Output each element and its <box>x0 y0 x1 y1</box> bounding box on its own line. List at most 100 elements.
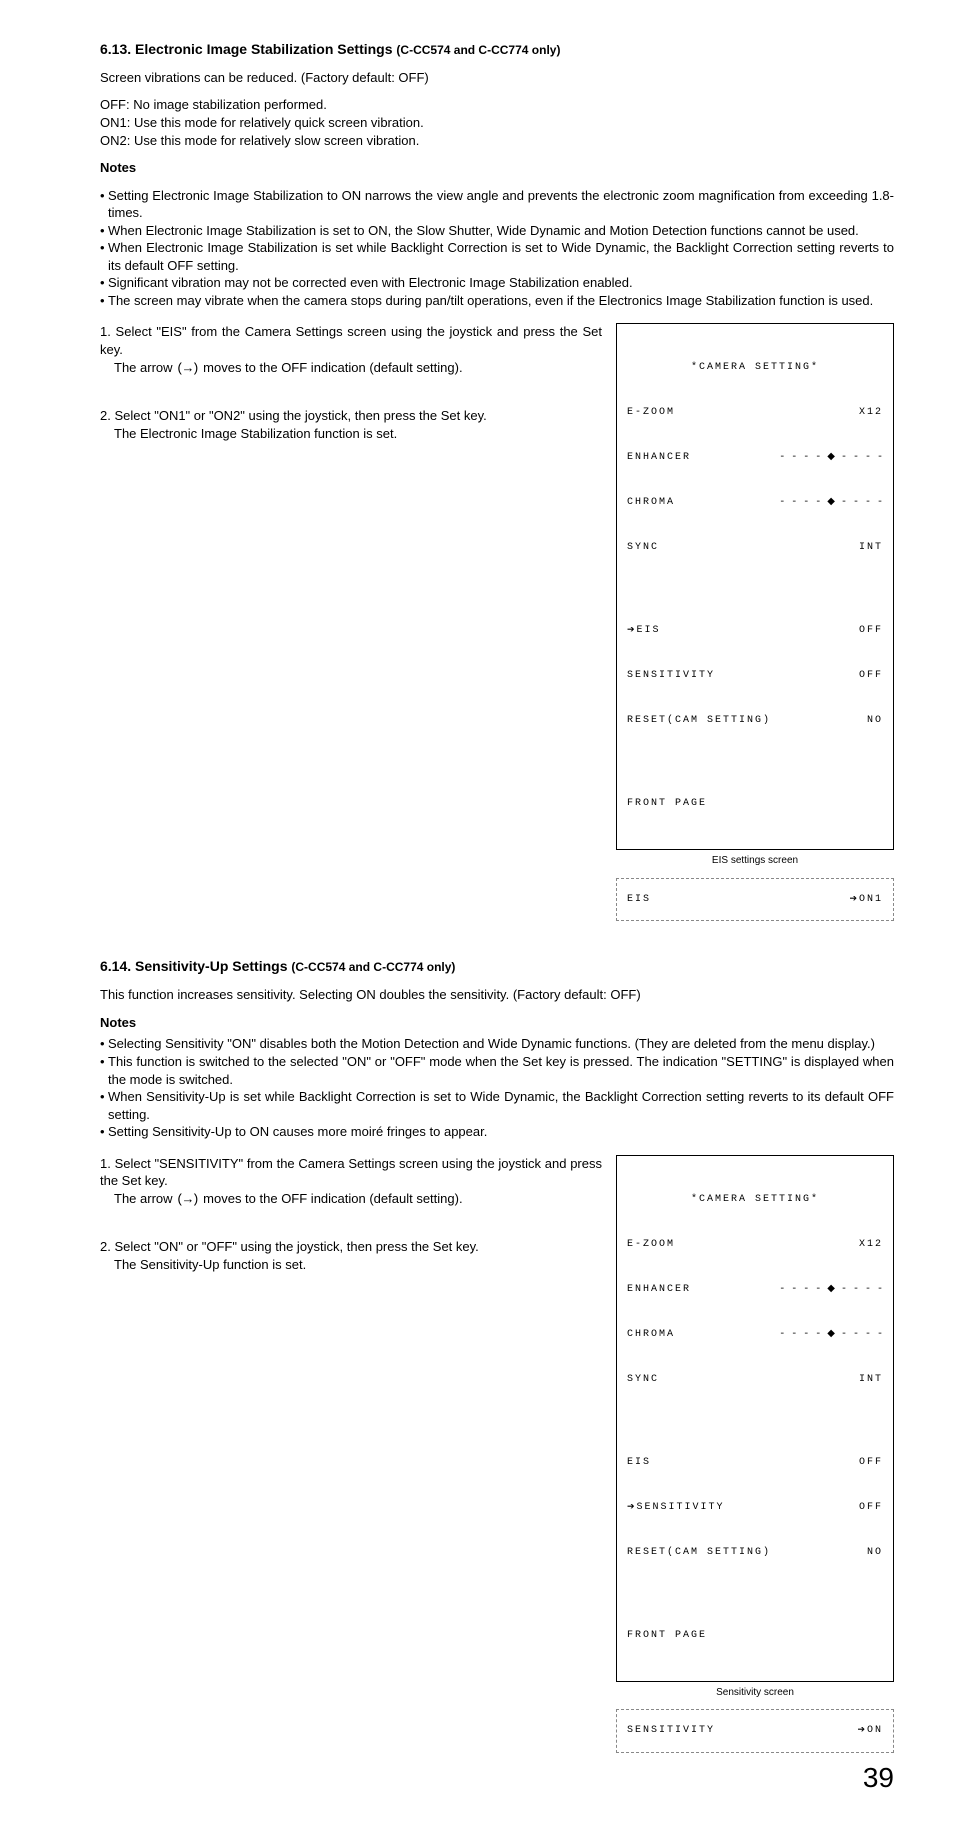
bullet-dot: • <box>100 292 108 310</box>
reset-label: RESET(CAM SETTING) <box>627 713 771 728</box>
note-613-0: Setting Electronic Image Stabilization t… <box>108 187 894 222</box>
sync-label: SYNC <box>627 1372 659 1387</box>
sub-a: The arrow <box>114 360 176 375</box>
page-number: 39 <box>100 1759 894 1797</box>
step-613-2-text: Select "ON1" or "ON2" using the joystick… <box>114 408 486 423</box>
dash-value-614: ON <box>857 1724 883 1738</box>
arrow-icon: (→) <box>176 361 199 376</box>
step-613-1: 1. Select "EIS" from the Camera Settings… <box>100 323 602 358</box>
note-613-1: When Electronic Image Stabilization is s… <box>108 222 894 240</box>
ezoom-value: X12 <box>859 1237 883 1252</box>
arrow-icon: (→) <box>176 1192 199 1207</box>
intro-613: Screen vibrations can be reduced. (Facto… <box>100 69 894 87</box>
screen-title: *CAMERA SETTING* <box>627 1192 883 1207</box>
on1-line: ON1: Use this mode for relatively quick … <box>100 114 894 132</box>
notes-label-613: Notes <box>100 159 894 177</box>
notes-list-614: •Selecting Sensitivity "ON" disables bot… <box>100 1035 894 1140</box>
step-num: 2. <box>100 408 111 423</box>
sub-a: The arrow <box>114 1191 176 1206</box>
chroma-label: CHROMA <box>627 1327 675 1342</box>
front-page: FRONT PAGE <box>627 796 883 811</box>
step-614-2-text: Select "ON" or "OFF" using the joystick,… <box>114 1239 478 1254</box>
off-line: OFF: No image stabilization performed. <box>100 96 894 114</box>
screens-614: *CAMERA SETTING* E-ZOOM X12 ENHANCER - - -… <box>616 1155 894 1753</box>
step-num: 1. <box>100 1156 111 1171</box>
eis-settings-screen: *CAMERA SETTING* E-ZOOM X12 ENHANCER - - -… <box>616 323 894 850</box>
note-613-4: The screen may vibrate when the camera s… <box>108 292 894 310</box>
eis-value: OFF <box>859 623 883 638</box>
bullet-dot: • <box>100 239 108 274</box>
ezoom-value: X12 <box>859 405 883 420</box>
chroma-slider: - - - - ◆ - - - - <box>779 495 883 510</box>
step-613-2-sub: The Electronic Image Stabilization funct… <box>114 425 602 443</box>
sens-screen-caption: Sensitivity screen <box>616 1686 894 1700</box>
reset-value: NO <box>867 1545 883 1560</box>
eis-label-pointer: EIS <box>627 623 661 638</box>
note-614-3: Setting Sensitivity-Up to ON causes more… <box>108 1123 894 1141</box>
eis-screen-caption: EIS settings screen <box>616 854 894 868</box>
step-num: 1. <box>100 324 111 339</box>
section-613-heading: 6.13. Electronic Image Stabilization Set… <box>100 40 894 59</box>
sub-b: moves to the OFF indication (default set… <box>200 360 463 375</box>
enhancer-slider: - - - - ◆ - - - - <box>779 1282 883 1297</box>
reset-label: RESET(CAM SETTING) <box>627 1545 771 1560</box>
sync-value: INT <box>859 540 883 555</box>
enhancer-label: ENHANCER <box>627 450 691 465</box>
title-text: 6.13. Electronic Image Stabilization Set… <box>100 41 396 57</box>
front-page: FRONT PAGE <box>627 1628 883 1643</box>
note-614-2: When Sensitivity-Up is set while Backlig… <box>108 1088 894 1123</box>
step-num: 2. <box>100 1239 111 1254</box>
step-614-1-sub: The arrow (→) moves to the OFF indicatio… <box>114 1190 602 1209</box>
chroma-label: CHROMA <box>627 495 675 510</box>
eis-dash-box: EIS ON1 <box>616 878 894 922</box>
bullet-dot: • <box>100 1035 108 1053</box>
step-614-2-sub: The Sensitivity-Up function is set. <box>114 1256 602 1274</box>
notes-list-613: •Setting Electronic Image Stabilization … <box>100 187 894 310</box>
chroma-slider: - - - - ◆ - - - - <box>779 1327 883 1342</box>
bullet-dot: • <box>100 1053 108 1088</box>
title-suffix: (C-CC574 and C-CC774 only) <box>291 960 455 974</box>
note-613-3: Significant vibration may not be correct… <box>108 274 894 292</box>
enhancer-label: ENHANCER <box>627 1282 691 1297</box>
note-614-1: This function is switched to the selecte… <box>108 1053 894 1088</box>
sens-value: OFF <box>859 1500 883 1515</box>
eis-label: EIS <box>627 1455 651 1470</box>
sens-label-pointer: SENSITIVITY <box>627 1500 725 1515</box>
enhancer-slider: - - - - ◆ - - - - <box>779 450 883 465</box>
bullet-dot: • <box>100 187 108 222</box>
ezoom-label: E-ZOOM <box>627 405 675 420</box>
on2-line: ON2: Use this mode for relatively slow s… <box>100 132 894 150</box>
sens-label: SENSITIVITY <box>627 668 715 683</box>
sensitivity-settings-screen: *CAMERA SETTING* E-ZOOM X12 ENHANCER - - -… <box>616 1155 894 1682</box>
screen-title: *CAMERA SETTING* <box>627 360 883 375</box>
step-614-1: 1. Select "SENSITIVITY" from the Camera … <box>100 1155 602 1190</box>
title-suffix: (C-CC574 and C-CC774 only) <box>396 43 560 57</box>
ezoom-label: E-ZOOM <box>627 1237 675 1252</box>
section-614-heading: 6.14. Sensitivity-Up Settings (C-CC574 a… <box>100 957 894 976</box>
step-613-2: 2. Select "ON1" or "ON2" using the joyst… <box>100 407 602 425</box>
note-613-2: When Electronic Image Stabilization is s… <box>108 239 894 274</box>
title-text: 6.14. Sensitivity-Up Settings <box>100 958 291 974</box>
notes-label-614: Notes <box>100 1014 894 1032</box>
reset-value: NO <box>867 713 883 728</box>
dash-value-613: ON1 <box>849 893 883 907</box>
step-614-2: 2. Select "ON" or "OFF" using the joysti… <box>100 1238 602 1256</box>
bullet-dot: • <box>100 1123 108 1141</box>
intro-614: This function increases sensitivity. Sel… <box>100 986 894 1004</box>
sync-label: SYNC <box>627 540 659 555</box>
dash-label-613: EIS <box>627 893 651 907</box>
step-613-1-text: Select "EIS" from the Camera Settings sc… <box>100 324 602 357</box>
bullet-dot: • <box>100 274 108 292</box>
sens-dash-box: SENSITIVITY ON <box>616 1709 894 1753</box>
sub-b: moves to the OFF indication (default set… <box>200 1191 463 1206</box>
sens-value: OFF <box>859 668 883 683</box>
note-614-0: Selecting Sensitivity "ON" disables both… <box>108 1035 894 1053</box>
step-613-1-sub: The arrow (→) moves to the OFF indicatio… <box>114 359 602 378</box>
step-614-1-text: Select "SENSITIVITY" from the Camera Set… <box>100 1156 602 1189</box>
bullet-dot: • <box>100 222 108 240</box>
bullet-dot: • <box>100 1088 108 1123</box>
sync-value: INT <box>859 1372 883 1387</box>
screens-613: *CAMERA SETTING* E-ZOOM X12 ENHANCER - - -… <box>616 323 894 921</box>
dash-label-614: SENSITIVITY <box>627 1724 715 1738</box>
eis-value: OFF <box>859 1455 883 1470</box>
